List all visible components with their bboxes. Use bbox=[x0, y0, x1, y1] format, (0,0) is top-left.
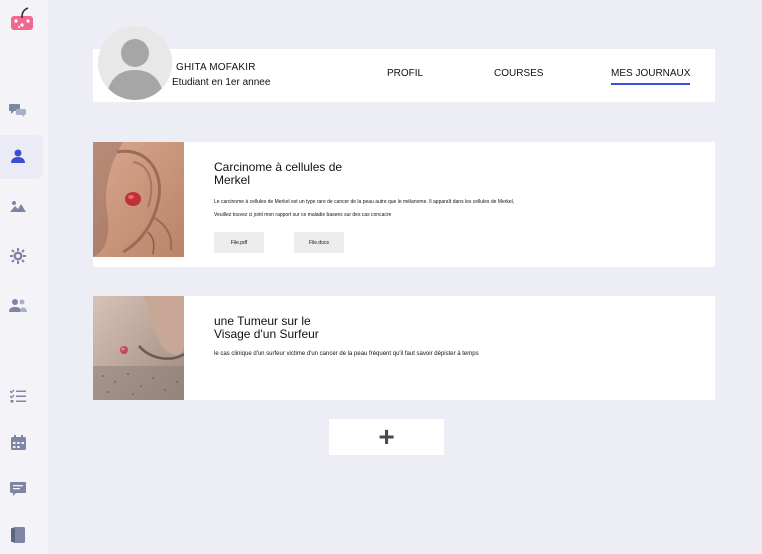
user-icon[interactable] bbox=[8, 146, 28, 166]
settings-icon[interactable] bbox=[8, 246, 28, 266]
file-pdf-button[interactable]: File.pdf bbox=[214, 232, 264, 253]
plus-icon: + bbox=[378, 421, 395, 452]
sidebar bbox=[0, 0, 48, 554]
journal-card[interactable]: Carcinome à cellules de Merkel Le carcin… bbox=[93, 142, 715, 267]
logo-icon[interactable] bbox=[9, 6, 35, 32]
group-icon[interactable] bbox=[8, 295, 28, 315]
calendar-icon[interactable] bbox=[8, 432, 28, 452]
file-docs-button[interactable]: File.docs bbox=[294, 232, 344, 253]
add-journal-button[interactable]: + bbox=[329, 419, 444, 455]
journal-image bbox=[93, 296, 185, 400]
tab-courses[interactable]: COURSES bbox=[494, 68, 543, 79]
chat-icon[interactable] bbox=[8, 100, 28, 120]
image-icon[interactable] bbox=[8, 196, 28, 216]
journal-image bbox=[93, 142, 184, 257]
user-name: GHITA MOFAKIR bbox=[176, 62, 256, 73]
tab-profil[interactable]: PROFIL bbox=[387, 68, 423, 79]
user-role: Etudiant en 1er annee bbox=[172, 77, 271, 88]
journal-description: Le carcinome à cellules de Merkel est un… bbox=[214, 199, 515, 218]
tab-mes-journaux[interactable]: MES JOURNAUX bbox=[611, 68, 691, 85]
journal-title: une Tumeur sur le Visage d'un Surfeur bbox=[214, 314, 319, 341]
journal-description: le cas clinique d'un surfeur victime d'u… bbox=[214, 351, 479, 357]
journal-card[interactable]: une Tumeur sur le Visage d'un Surfeur le… bbox=[93, 296, 715, 400]
checklist-icon[interactable] bbox=[8, 386, 28, 406]
message-icon[interactable] bbox=[8, 479, 28, 499]
avatar[interactable] bbox=[98, 26, 172, 100]
journal-title: Carcinome à cellules de Merkel bbox=[214, 160, 343, 187]
book-icon[interactable] bbox=[8, 525, 28, 545]
